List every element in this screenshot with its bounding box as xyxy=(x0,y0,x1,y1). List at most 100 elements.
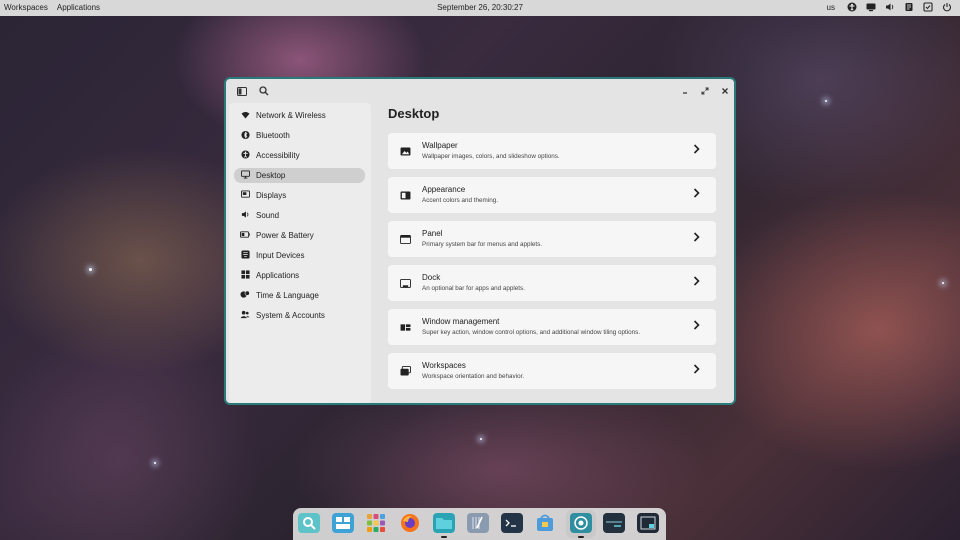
chevron-right-icon xyxy=(693,276,700,289)
notifications-tray-icon[interactable] xyxy=(904,2,914,12)
minimize-icon[interactable] xyxy=(678,84,692,98)
sidebar-item-sound[interactable]: Sound xyxy=(234,208,365,223)
chevron-right-icon xyxy=(693,320,700,333)
sidebar-item-time-language[interactable]: Time & Language xyxy=(234,288,365,303)
accounts-icon xyxy=(237,310,253,321)
appearance-icon xyxy=(398,188,412,202)
card-title: Dock xyxy=(422,273,441,282)
card-title: Appearance xyxy=(422,185,466,194)
sidebar-item-label: Desktop xyxy=(256,171,286,180)
wifi-icon xyxy=(237,111,253,121)
card-title: Wallpaper xyxy=(422,141,458,150)
close-icon[interactable] xyxy=(718,84,732,98)
sidebar-item-applications[interactable]: Applications xyxy=(234,268,365,283)
star xyxy=(942,282,944,284)
bluetooth-icon xyxy=(237,130,253,142)
sidebar-item-label: Time & Language xyxy=(256,291,319,300)
sidebar-item-label: System & Accounts xyxy=(256,311,325,320)
settings-card-wallpaper[interactable]: Wallpaper Wallpaper images, colors, and s… xyxy=(388,133,716,169)
display-icon xyxy=(237,190,253,201)
system-monitor-icon[interactable] xyxy=(603,513,625,533)
volume-tray-icon[interactable] xyxy=(885,2,895,12)
sidebar-item-network-wireless[interactable]: Network & Wireless xyxy=(234,108,365,123)
card-description: Super key action, window control options… xyxy=(422,329,641,336)
apps-grid-icon xyxy=(237,270,253,281)
settings-card-panel[interactable]: Panel Primary system bar for menus and ap… xyxy=(388,221,716,257)
settings-sidebar: Network & Wireless Bluetooth Accessibility… xyxy=(229,103,371,403)
sidebar-item-desktop[interactable]: Desktop xyxy=(234,168,365,183)
workspaces-overview-icon[interactable] xyxy=(332,513,354,533)
running-indicator xyxy=(578,536,584,538)
accessibility-icon xyxy=(237,150,253,161)
sidebar-item-label: Displays xyxy=(256,191,287,200)
sidebar-item-displays[interactable]: Displays xyxy=(234,188,365,203)
store-icon[interactable] xyxy=(534,513,556,533)
search-icon[interactable] xyxy=(257,84,271,98)
card-title: Window management xyxy=(422,317,500,326)
star xyxy=(89,268,92,271)
wallpaper-icon xyxy=(398,144,412,158)
running-indicator xyxy=(441,536,447,538)
battery-icon xyxy=(237,231,253,240)
page-title: Desktop xyxy=(388,106,440,121)
terminal-icon[interactable] xyxy=(501,513,523,533)
sidebar-toggle-icon[interactable] xyxy=(235,84,249,98)
sidebar-item-label: Input Devices xyxy=(256,251,305,260)
star xyxy=(825,100,827,102)
app-library-icon[interactable] xyxy=(365,513,387,533)
launcher-icon[interactable] xyxy=(298,513,320,533)
sidebar-item-system-accounts[interactable]: System & Accounts xyxy=(234,308,365,323)
card-description: Primary system bar for menus and applets… xyxy=(422,241,543,248)
power-tray-icon[interactable] xyxy=(942,2,952,12)
chevron-right-icon xyxy=(693,188,700,201)
sidebar-item-label: Network & Wireless xyxy=(256,111,326,120)
card-description: Workspace orientation and behavior. xyxy=(422,373,525,380)
keyboard-icon xyxy=(237,250,253,261)
time-language-icon xyxy=(237,290,253,301)
text-editor-icon[interactable] xyxy=(467,513,489,533)
sidebar-item-input-devices[interactable]: Input Devices xyxy=(234,248,365,263)
dock xyxy=(293,508,666,540)
top-panel: Workspaces Applications September 26, 20… xyxy=(0,0,960,16)
sidebar-item-label: Sound xyxy=(256,211,280,220)
firefox-icon[interactable] xyxy=(399,513,421,533)
settings-card-workspaces[interactable]: Workspaces Workspace orientation and beha… xyxy=(388,353,716,389)
card-description: An optional bar for apps and applets. xyxy=(422,285,525,292)
network-tray-icon[interactable] xyxy=(866,2,876,12)
card-description: Accent colors and theming. xyxy=(422,197,498,204)
desktop-icon xyxy=(237,170,253,181)
sidebar-item-label: Applications xyxy=(256,271,300,280)
maximize-icon[interactable] xyxy=(698,84,712,98)
settings-card-window-management[interactable]: Window management Super key action, windo… xyxy=(388,309,716,345)
chevron-right-icon xyxy=(693,144,700,157)
files-icon[interactable] xyxy=(433,513,455,533)
settings-app-icon[interactable] xyxy=(570,513,592,533)
card-title: Workspaces xyxy=(422,361,466,370)
sidebar-item-bluetooth[interactable]: Bluetooth xyxy=(234,128,365,143)
window-titlebar[interactable] xyxy=(226,79,734,103)
sound-icon xyxy=(237,210,253,221)
sidebar-item-accessibility[interactable]: Accessibility xyxy=(234,148,365,163)
sidebar-item-label: Accessibility xyxy=(256,151,300,160)
card-description: Wallpaper images, colors, and slideshow … xyxy=(422,153,560,160)
settings-card-dock[interactable]: Dock An optional bar for apps and applets… xyxy=(388,265,716,301)
sidebar-item-label: Power & Battery xyxy=(256,231,314,240)
chevron-right-icon xyxy=(693,364,700,377)
sidebar-item-power-battery[interactable]: Power & Battery xyxy=(234,228,365,243)
card-title: Panel xyxy=(422,229,443,238)
panel-icon xyxy=(398,232,412,246)
screenshot-tray-icon[interactable] xyxy=(923,2,933,12)
accessibility-tray-icon[interactable] xyxy=(847,2,857,12)
settings-window: Network & Wireless Bluetooth Accessibility… xyxy=(224,77,736,405)
star xyxy=(480,438,482,440)
sidebar-item-label: Bluetooth xyxy=(256,131,290,140)
dock-icon xyxy=(398,276,412,290)
screen-capture-icon[interactable] xyxy=(637,513,659,533)
workspaces-icon xyxy=(398,364,412,378)
keyboard-layout[interactable]: us xyxy=(827,3,835,12)
chevron-right-icon xyxy=(693,232,700,245)
clock[interactable]: September 26, 20:30:27 xyxy=(0,3,960,12)
window-management-icon xyxy=(398,320,412,334)
settings-content: Desktop Wallpaper Wallpaper images, color… xyxy=(376,103,734,403)
settings-card-appearance[interactable]: Appearance Accent colors and theming. xyxy=(388,177,716,213)
